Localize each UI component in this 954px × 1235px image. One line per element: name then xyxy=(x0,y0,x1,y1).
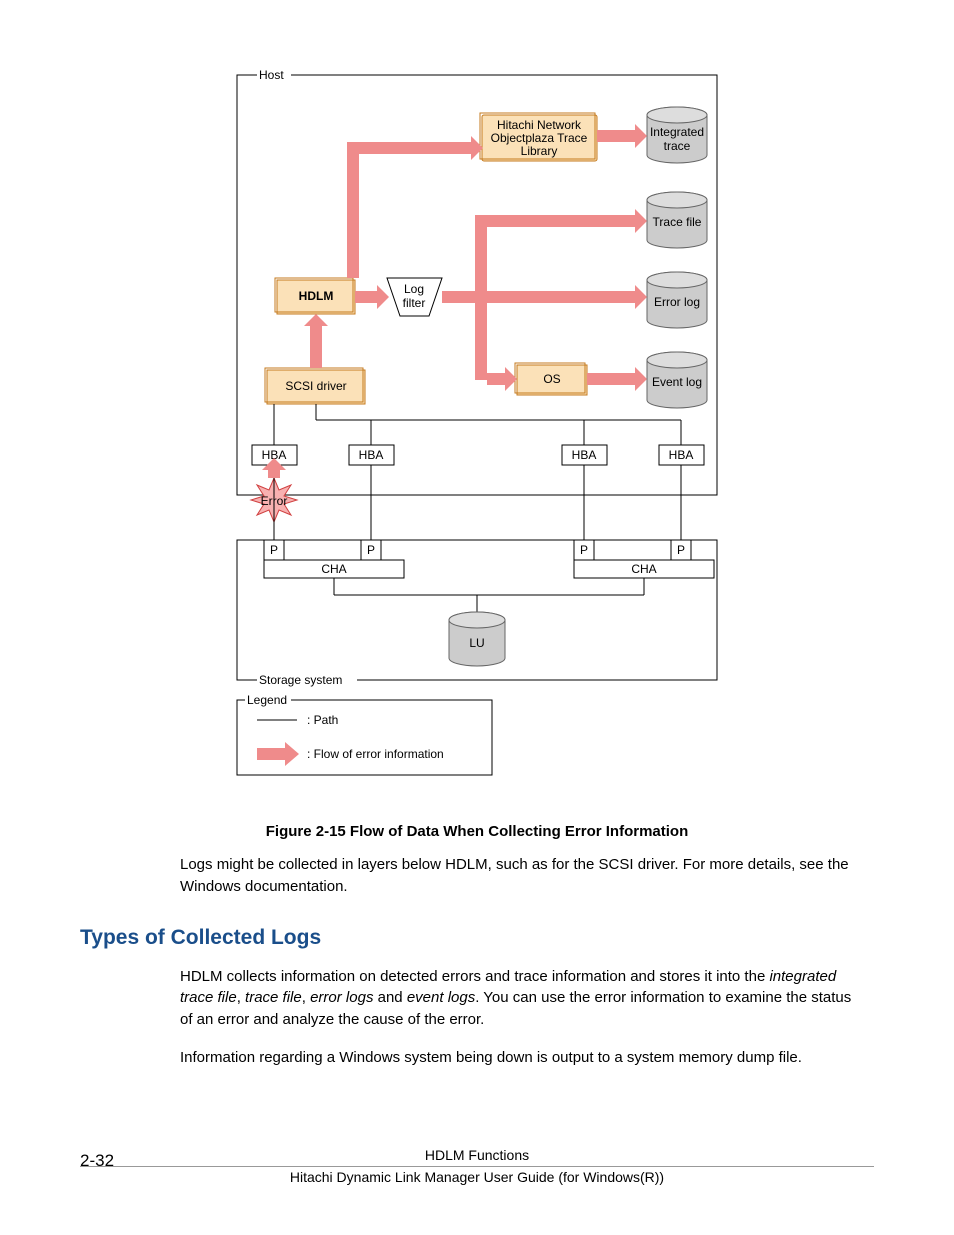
svg-text:Legend: Legend xyxy=(247,693,287,707)
svg-text:: Flow of error information: : Flow of error information xyxy=(307,747,444,761)
svg-text:HBA: HBA xyxy=(572,448,597,462)
section-heading-types: Types of Collected Logs xyxy=(80,926,874,950)
svg-text:trace: trace xyxy=(664,139,691,153)
host-label: Host xyxy=(259,68,284,82)
svg-text:P: P xyxy=(580,543,588,557)
svg-text:LU: LU xyxy=(469,636,484,650)
svg-text:Trace file: Trace file xyxy=(653,215,702,229)
svg-text:P: P xyxy=(270,543,278,557)
hba-boxes: HBA HBA HBA HBA xyxy=(252,445,704,465)
error-log-cylinder: Error log xyxy=(647,272,707,328)
svg-text:Library: Library xyxy=(521,144,558,158)
svg-text:Integrated: Integrated xyxy=(650,125,704,139)
lu-cylinder: LU xyxy=(449,612,505,666)
svg-text:P: P xyxy=(367,543,375,557)
svg-text:Hitachi Network: Hitachi Network xyxy=(497,118,582,132)
svg-text:filter: filter xyxy=(403,296,426,310)
svg-text:CHA: CHA xyxy=(321,562,346,576)
diagram-svg: Host Hitachi Network Objectplaza Trace L… xyxy=(227,60,727,800)
figure-diagram: Host Hitachi Network Objectplaza Trace L… xyxy=(80,60,874,805)
legend: Legend : Path : Flow of error informatio… xyxy=(237,693,492,775)
os-box: OS xyxy=(515,363,587,395)
footer-chapter: HDLM Functions xyxy=(425,1147,529,1163)
scsi-driver-box: SCSI driver xyxy=(265,368,365,404)
svg-text:HDLM: HDLM xyxy=(299,289,334,303)
svg-text:CHA: CHA xyxy=(631,562,656,576)
hdlm-box: HDLM xyxy=(275,278,355,314)
paragraph-collects: HDLM collects information on detected er… xyxy=(80,966,874,1031)
integrated-trace-cylinder: Integrated trace xyxy=(647,107,707,163)
svg-text:HBA: HBA xyxy=(669,448,694,462)
svg-text:HBA: HBA xyxy=(359,448,384,462)
trace-file-cylinder: Trace file xyxy=(647,192,707,248)
paragraph-memory-dump: Information regarding a Windows system b… xyxy=(80,1047,874,1069)
footer-book-title: Hitachi Dynamic Link Manager User Guide … xyxy=(290,1169,664,1185)
svg-text:Event log: Event log xyxy=(652,375,702,389)
figure-caption: Figure 2-15 Flow of Data When Collecting… xyxy=(80,823,874,840)
svg-text:P: P xyxy=(677,543,685,557)
log-filter: Log filter xyxy=(387,278,442,316)
paragraph-logs-layers: Logs might be collected in layers below … xyxy=(80,854,874,898)
svg-text:SCSI driver: SCSI driver xyxy=(285,379,346,393)
svg-text:Error log: Error log xyxy=(654,295,700,309)
event-log-cylinder: Event log xyxy=(647,352,707,408)
page-number: 2-32 xyxy=(80,1151,114,1171)
svg-text:Log: Log xyxy=(404,282,424,296)
svg-text:OS: OS xyxy=(543,372,560,386)
svg-text:: Path: : Path xyxy=(307,713,338,727)
svg-text:Objectplaza Trace: Objectplaza Trace xyxy=(491,131,588,145)
page-footer: 2-32 HDLM Functions Hitachi Dynamic Link… xyxy=(80,1147,874,1185)
p-cha-boxes: P P CHA P P CHA xyxy=(264,540,714,578)
storage-system-label: Storage system xyxy=(259,673,342,687)
